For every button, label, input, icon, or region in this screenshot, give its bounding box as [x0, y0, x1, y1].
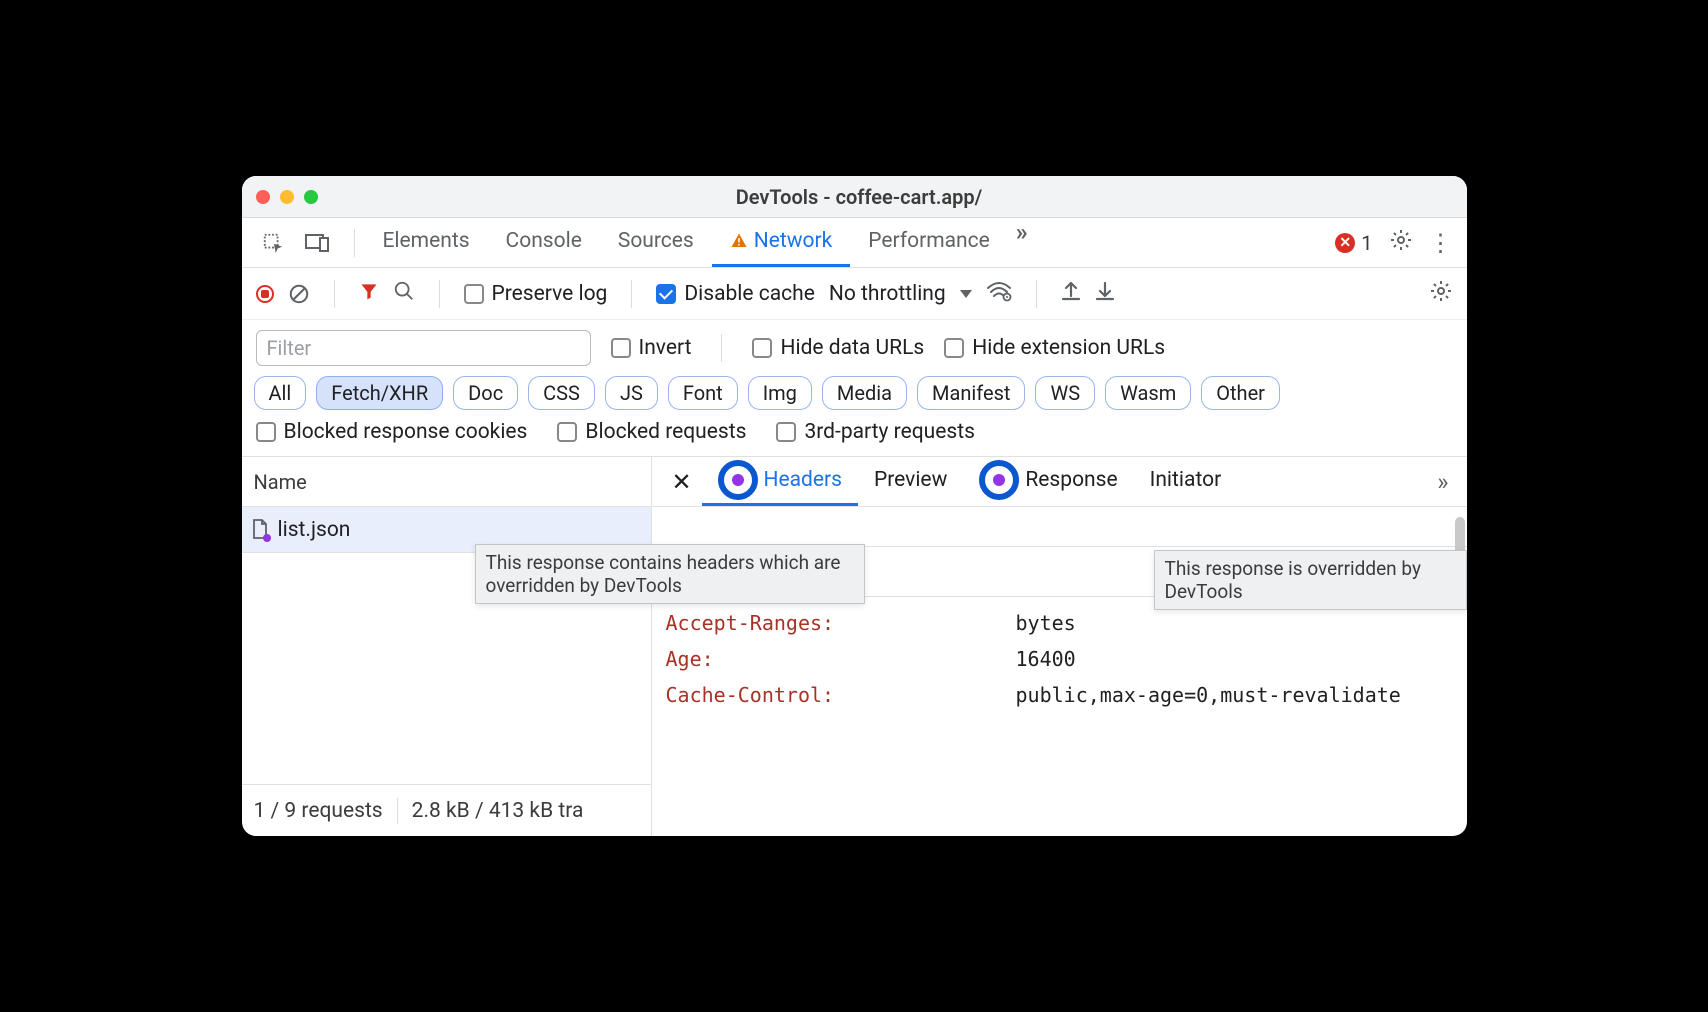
type-pill-other[interactable]: Other [1201, 376, 1280, 410]
window-title: DevTools - coffee-cart.app/ [318, 185, 1401, 209]
type-pill-wasm[interactable]: Wasm [1105, 376, 1191, 410]
network-conditions-icon[interactable] [986, 280, 1012, 308]
type-pill-all[interactable]: All [254, 376, 307, 410]
kebab-menu-icon[interactable]: ⋮ [1429, 229, 1453, 257]
network-toolbar: Preserve log Disable cache No throttling [242, 268, 1467, 320]
close-window-button[interactable] [256, 190, 270, 204]
header-value: public,max-age=0,must-revalidate [1016, 683, 1453, 707]
detail-panel: ✕ Headers Preview Response Initiator » R… [652, 457, 1467, 836]
error-icon: ✕ [1335, 233, 1355, 253]
more-tabs-icon[interactable]: » [1016, 218, 1028, 267]
detail-tabs: ✕ Headers Preview Response Initiator » [652, 457, 1467, 507]
traffic-lights [256, 190, 318, 204]
file-override-icon [252, 519, 270, 541]
record-button[interactable] [256, 285, 274, 303]
type-pill-font[interactable]: Font [668, 376, 738, 410]
tab-elements[interactable]: Elements [365, 218, 488, 267]
content-area: Name list.json 1 / 9 requests 2.8 kB / 4… [242, 457, 1467, 836]
hide-data-urls-checkbox[interactable]: Hide data URLs [752, 336, 924, 360]
upload-har-icon[interactable] [1061, 280, 1081, 308]
third-party-requests-checkbox[interactable]: 3rd-party requests [776, 420, 974, 444]
issues-counter[interactable]: ✕ 1 [1335, 231, 1372, 255]
blocked-requests-checkbox[interactable]: Blocked requests [557, 420, 746, 444]
detail-tab-preview[interactable]: Preview [858, 457, 963, 506]
filter-bar: Filter Invert Hide data URLs Hide extens… [242, 320, 1467, 372]
response-override-tooltip: This response is overridden by DevTools [1154, 550, 1467, 610]
type-pill-css[interactable]: CSS [528, 376, 595, 410]
warning-icon [730, 232, 748, 250]
close-detail-button[interactable]: ✕ [662, 468, 702, 496]
clear-button[interactable] [288, 283, 310, 305]
header-key: Age: [666, 647, 1016, 671]
settings-gear-icon[interactable] [1389, 228, 1413, 258]
tab-sources[interactable]: Sources [600, 218, 712, 267]
request-name: list.json [278, 518, 351, 542]
transfer-size-status: 2.8 kB / 413 kB tra [412, 799, 584, 823]
preserve-log-checkbox[interactable]: Preserve log [464, 282, 608, 306]
tab-console[interactable]: Console [488, 218, 600, 267]
filter-input[interactable]: Filter [256, 330, 591, 366]
request-count-status: 1 / 9 requests [254, 799, 383, 823]
type-pill-doc[interactable]: Doc [453, 376, 518, 410]
type-pill-media[interactable]: Media [822, 376, 907, 410]
throttling-select[interactable]: No throttling [829, 282, 972, 306]
detail-tab-response[interactable]: Response [963, 457, 1133, 506]
hide-extension-urls-checkbox[interactable]: Hide extension URLs [944, 336, 1165, 360]
requests-panel: Name list.json 1 / 9 requests 2.8 kB / 4… [242, 457, 652, 836]
download-har-icon[interactable] [1095, 280, 1115, 308]
type-pill-img[interactable]: Img [748, 376, 812, 410]
device-toolbar-icon[interactable] [300, 226, 334, 260]
main-tabs: Elements Console Sources Network Perform… [365, 218, 1028, 267]
requests-name-header[interactable]: Name [242, 457, 651, 507]
chevron-down-icon [960, 290, 972, 298]
detail-tab-initiator[interactable]: Initiator [1134, 457, 1238, 506]
minimize-window-button[interactable] [280, 190, 294, 204]
header-value: 16400 [1016, 647, 1453, 671]
header-row: Cache-Control: public,max-age=0,must-rev… [666, 677, 1453, 713]
detail-tab-headers[interactable]: Headers [702, 457, 858, 506]
main-tabs-bar: Elements Console Sources Network Perform… [242, 218, 1467, 268]
requests-status-bar: 1 / 9 requests 2.8 kB / 413 kB tra [242, 784, 651, 836]
extra-filters-row: Blocked response cookies Blocked request… [242, 420, 1467, 457]
header-value: bytes [1016, 611, 1453, 635]
invert-checkbox[interactable]: Invert [611, 336, 692, 360]
type-pill-js[interactable]: JS [605, 376, 658, 410]
response-headers-kv: Accept-Ranges: bytes Age: 16400 Cache-Co… [652, 597, 1467, 713]
header-row: Age: 16400 [666, 641, 1453, 677]
search-icon[interactable] [393, 280, 415, 308]
zoom-window-button[interactable] [304, 190, 318, 204]
blocked-response-cookies-checkbox[interactable]: Blocked response cookies [256, 420, 528, 444]
override-indicator-icon [732, 474, 744, 486]
header-key: Cache-Control: [666, 683, 1016, 707]
tab-performance[interactable]: Performance [850, 218, 1007, 267]
more-detail-tabs-icon[interactable]: » [1437, 468, 1448, 496]
devtools-window: DevTools - coffee-cart.app/ Elements Con… [242, 176, 1467, 836]
panel-settings-gear-icon[interactable] [1429, 279, 1453, 309]
disable-cache-checkbox[interactable]: Disable cache [656, 282, 815, 306]
resource-type-filter: All Fetch/XHR Doc CSS JS Font Img Media … [242, 372, 1467, 420]
titlebar: DevTools - coffee-cart.app/ [242, 176, 1467, 218]
type-pill-ws[interactable]: WS [1035, 376, 1095, 410]
tab-network[interactable]: Network [712, 218, 851, 267]
inspect-element-icon[interactable] [256, 226, 290, 260]
header-row: Accept-Ranges: bytes [666, 605, 1453, 641]
header-key: Accept-Ranges: [666, 611, 1016, 635]
type-pill-fetch-xhr[interactable]: Fetch/XHR [316, 376, 443, 410]
type-pill-manifest[interactable]: Manifest [917, 376, 1025, 410]
headers-override-tooltip: This response contains headers which are… [475, 544, 865, 604]
override-indicator-icon [993, 474, 1005, 486]
filter-funnel-icon[interactable] [359, 281, 379, 307]
